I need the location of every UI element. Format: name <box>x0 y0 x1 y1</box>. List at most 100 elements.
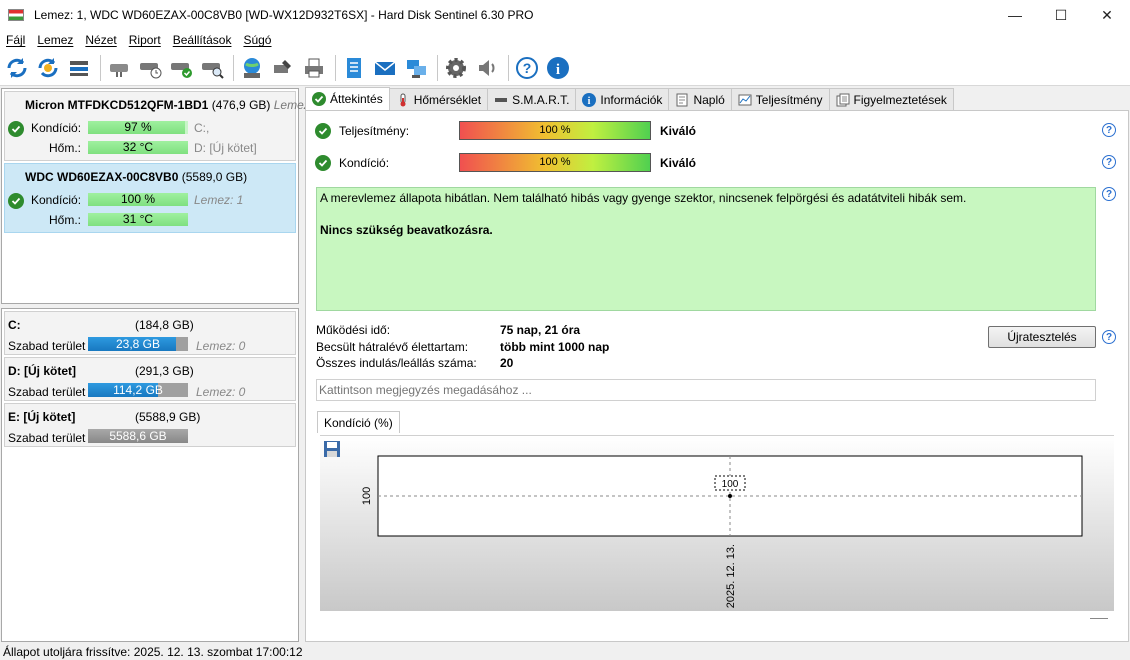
disk-search-icon[interactable] <box>198 54 226 82</box>
window-title: Lemez: 1, WDC WD60EZAX-00C8VB0 [WD-WX12D… <box>34 8 534 22</box>
check-icon <box>8 193 24 209</box>
volume-card[interactable]: C: (184,8 GB) Szabad terület 23,8 GB Lem… <box>4 311 296 355</box>
volume-disk-note: Lemez: 0 <box>196 339 246 353</box>
free-space-bar: 5588,6 GB <box>88 429 188 443</box>
tab-label: Figyelmeztetések <box>853 92 947 107</box>
tab-label: S.M.A.R.T. <box>512 92 570 107</box>
tab-performance[interactable]: Teljesítmény <box>730 88 830 110</box>
temperature-value: 31 °C <box>122 212 154 226</box>
tab-information[interactable]: i Információk <box>575 88 670 110</box>
email-icon[interactable] <box>371 54 399 82</box>
volume-disk-note: Lemez: 0 <box>196 385 246 399</box>
status-action: Nincs szükség beavatkozásra. <box>320 223 493 237</box>
temperature-bar: 31 °C <box>88 213 188 226</box>
note-input[interactable] <box>316 379 1096 401</box>
volume-size: (5588,9 GB) <box>135 410 201 424</box>
check-icon <box>312 92 326 106</box>
tab-log[interactable]: Napló <box>668 88 732 110</box>
svg-text:i: i <box>588 96 591 107</box>
help-icon[interactable]: ? <box>1102 155 1116 169</box>
help-icon[interactable]: ? <box>1102 187 1116 201</box>
menu-view[interactable]: Nézet <box>79 33 122 47</box>
volume-size: (184,8 GB) <box>135 318 194 332</box>
help-icon[interactable]: ? <box>1102 330 1116 344</box>
disk-card[interactable]: Micron MTFDKCD512QFM-1BD1 (476,9 GB) Lem… <box>4 91 310 161</box>
retest-button[interactable]: Újratesztelés <box>988 326 1096 348</box>
menu-settings[interactable]: Beállítások <box>167 33 238 47</box>
settings-icon[interactable] <box>442 54 470 82</box>
tab-condition-chart[interactable]: Kondíció (%) <box>317 411 400 433</box>
free-space-value: 23,8 GB <box>115 337 161 351</box>
disk-number-note: Lemez: 1 <box>194 193 244 207</box>
refresh-icon[interactable] <box>3 54 31 82</box>
disk-size: (476,9 GB) <box>211 98 271 112</box>
performance-label: Teljesítmény: <box>339 124 410 138</box>
tab-label: Áttekintés <box>330 92 383 106</box>
status-bar: Állapot utoljára frissítve: 2025. 12. 13… <box>0 644 1130 660</box>
disk-name: Micron MTFDKCD512QFM-1BD1 <box>25 98 209 112</box>
status-description: A merevlemez állapota hibátlan. Nem talá… <box>316 187 1096 311</box>
disk-check-icon[interactable] <box>167 54 195 82</box>
refresh-all-icon[interactable] <box>34 54 62 82</box>
condition-chart: 100 2025. 12. 13. 100 <box>320 435 1114 619</box>
tab-smart[interactable]: S.M.A.R.T. <box>487 88 577 110</box>
disk-icon[interactable] <box>105 54 133 82</box>
help-icon[interactable]: ? <box>1102 123 1116 137</box>
condition-bar: 97 % <box>88 121 188 134</box>
free-space-bar: 23,8 GB <box>88 337 188 351</box>
menu-report[interactable]: Riport <box>123 33 167 47</box>
status-text: A merevlemez állapota hibátlan. Nem talá… <box>320 191 967 205</box>
toolbar-separator <box>233 54 234 81</box>
send-icon[interactable] <box>402 54 430 82</box>
tools-icon[interactable] <box>269 54 297 82</box>
alerts-icon <box>836 93 850 107</box>
free-space-value: 114,2 GB <box>113 383 163 397</box>
help-icon[interactable]: ? <box>513 54 541 82</box>
info-icon[interactable]: i <box>544 54 572 82</box>
report-icon[interactable] <box>340 54 368 82</box>
tab-overview[interactable]: Áttekintés <box>305 87 390 110</box>
volume-card[interactable]: D: [Új kötet] (291,3 GB) Szabad terület … <box>4 357 296 401</box>
condition-label: Kondíció: <box>31 193 82 207</box>
menu-disk[interactable]: Lemez <box>31 33 79 47</box>
check-icon <box>315 155 331 171</box>
check-icon <box>315 123 331 139</box>
free-space-bar: 114,2 GB <box>88 383 188 397</box>
disk-time-icon[interactable] <box>136 54 164 82</box>
toolbar-separator <box>437 54 438 81</box>
minimize-button[interactable]: — <box>992 0 1038 30</box>
performance-bar: 100 % <box>459 121 651 140</box>
tab-temperature[interactable]: Hőmérséklet <box>388 88 489 110</box>
performance-rating: Kiváló <box>660 124 697 138</box>
condition-rating: Kiváló <box>660 156 697 170</box>
overview-panel: Teljesítmény: 100 % Kiváló ? Kondíció: 1… <box>305 110 1129 642</box>
condition-value: 100 % <box>120 192 156 206</box>
x-tick-label: 2025. 12. 13. <box>725 544 737 608</box>
toolbar-separator <box>335 54 336 81</box>
tab-label: Napló <box>693 92 725 107</box>
disk-card-selected[interactable]: WDC WD60EZAX-00C8VB0 (5589,0 GB) Kondíci… <box>4 163 296 233</box>
print-icon[interactable] <box>300 54 328 82</box>
title-bar: Lemez: 1, WDC WD60EZAX-00C8VB0 [WD-WX12D… <box>0 0 1130 30</box>
menu-file[interactable]: Fájl <box>0 33 31 47</box>
volume-list-panel: C: (184,8 GB) Szabad terület 23,8 GB Lem… <box>1 308 299 642</box>
tab-label: Információk <box>600 92 663 107</box>
info-icon: i <box>582 92 597 107</box>
disk-list-panel: Micron MTFDKCD512QFM-1BD1 (476,9 GB) Lem… <box>1 88 310 304</box>
condition-value: 97 % <box>124 120 152 134</box>
close-button[interactable]: ✕ <box>1084 0 1130 30</box>
menu-help[interactable]: Súgó <box>237 33 277 47</box>
performance-value: 100 % <box>539 124 571 136</box>
chart-scrollbar[interactable] <box>1090 618 1108 619</box>
startstop-value: 20 <box>500 356 514 370</box>
sound-icon[interactable] <box>473 54 501 82</box>
tab-alerts[interactable]: Figyelmeztetések <box>828 88 954 110</box>
network-icon[interactable] <box>238 54 266 82</box>
toolbar-separator <box>100 54 101 81</box>
startstop-label: Összes indulás/leállás száma: <box>316 356 477 370</box>
temperature-value: 32 °C <box>122 140 154 154</box>
disk-list-icon[interactable] <box>65 54 93 82</box>
maximize-button[interactable]: ☐ <box>1038 0 1084 30</box>
thermometer-icon <box>396 93 410 107</box>
volume-card[interactable]: E: [Új kötet] (5588,9 GB) Szabad terület… <box>4 403 296 447</box>
